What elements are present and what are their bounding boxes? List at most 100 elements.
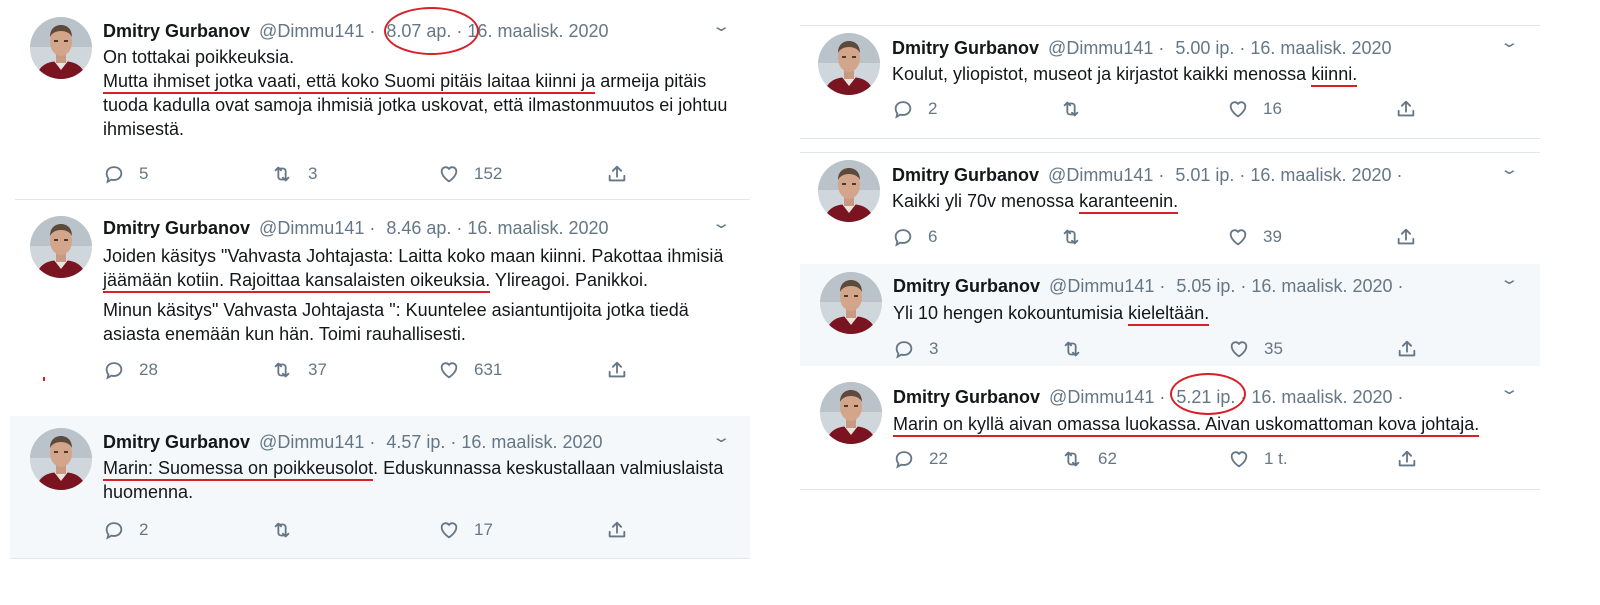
reply-icon xyxy=(892,98,914,120)
share-button[interactable] xyxy=(1396,448,1432,470)
reply-button[interactable]: 2 xyxy=(892,98,937,120)
tweet[interactable]: Dmitry Gurbanov @Dimmu141 · 8.46 ap. · 1… xyxy=(15,200,750,395)
author-name[interactable]: Dmitry Gurbanov xyxy=(103,218,250,238)
avatar[interactable] xyxy=(818,160,880,222)
chevron-down-icon[interactable]: ⌄ xyxy=(1499,380,1519,398)
author-handle[interactable]: @Dimmu141 xyxy=(259,218,364,238)
author-name[interactable]: Dmitry Gurbanov xyxy=(893,276,1040,296)
reply-button[interactable]: 6 xyxy=(892,226,937,248)
chevron-down-icon[interactable]: ⌄ xyxy=(1499,270,1519,288)
like-button[interactable]: 16 xyxy=(1227,98,1282,120)
tweet[interactable]: Dmitry Gurbanov @Dimmu141 · 5.01 ip. · 1… xyxy=(800,152,1540,260)
author-name[interactable]: Dmitry Gurbanov xyxy=(892,38,1039,58)
like-icon xyxy=(438,359,460,381)
author-handle[interactable]: @Dimmu141 xyxy=(259,21,364,41)
tweet-header: Dmitry Gurbanov @Dimmu141 · 5.00 ip. · 1… xyxy=(892,38,1392,58)
avatar[interactable] xyxy=(818,33,880,95)
like-button[interactable]: 152 xyxy=(438,163,502,185)
like-button[interactable]: 35 xyxy=(1228,338,1283,360)
annotation-mark xyxy=(43,377,45,381)
tweet-time[interactable]: 5.01 ip. xyxy=(1175,165,1234,185)
retweet-icon xyxy=(1060,338,1084,360)
tweet-date[interactable]: 16. maalisk. 2020 xyxy=(467,218,608,238)
author-handle[interactable]: @Dimmu141 xyxy=(1048,165,1153,185)
reply-icon xyxy=(893,448,915,470)
tweet-time[interactable]: 4.57 ip. xyxy=(386,432,445,452)
retweet-button[interactable] xyxy=(1059,98,1097,120)
reply-icon xyxy=(103,163,125,185)
avatar[interactable] xyxy=(820,382,882,444)
underlined-text: Mutta ihmiset jotka vaati, että koko Suo… xyxy=(103,71,596,91)
tweet-time[interactable]: 5.05 ip. xyxy=(1176,276,1235,296)
tweet-time[interactable]: 8.46 ap. xyxy=(386,218,451,238)
retweet-button[interactable] xyxy=(270,519,308,541)
reply-button[interactable]: 5 xyxy=(103,163,148,185)
retweet-button[interactable] xyxy=(1059,226,1097,248)
tweet-date[interactable]: 16. maalisk. 2020 xyxy=(1251,276,1392,296)
share-button[interactable] xyxy=(1395,98,1431,120)
tweet-actions: 5 3 152 xyxy=(103,163,703,187)
like-button[interactable]: 39 xyxy=(1227,226,1282,248)
tweet-header: Dmitry Gurbanov @Dimmu141 · 5.21 ip. · 1… xyxy=(893,387,1404,407)
author-name[interactable]: Dmitry Gurbanov xyxy=(893,387,1040,407)
retweet-button[interactable]: 37 xyxy=(270,359,327,381)
tweet-text: Koulut, yliopistot, museot ja kirjastot … xyxy=(892,64,1358,84)
tweet[interactable]: Dmitry Gurbanov @Dimmu141 · 5.21 ip. · 1… xyxy=(800,370,1540,490)
chevron-down-icon[interactable]: ⌄ xyxy=(711,214,731,232)
underlined-text: kieleltään. xyxy=(1128,303,1210,323)
tweet-text: Marin: Suomessa on poikkeusolot. Eduskun… xyxy=(103,458,724,502)
tweet[interactable]: Dmitry Gurbanov @Dimmu141 · 8.07 ap. · 1… xyxy=(15,5,750,200)
tweet[interactable]: Dmitry Gurbanov @Dimmu141 · 4.57 ip. · 1… xyxy=(10,416,750,559)
share-icon xyxy=(1395,226,1417,248)
like-button[interactable]: 17 xyxy=(438,519,493,541)
like-button[interactable]: 1 t. xyxy=(1228,448,1288,470)
tweet-date[interactable]: 16. maalisk. 2020 xyxy=(467,21,608,41)
like-button[interactable]: 631 xyxy=(438,359,502,381)
share-button[interactable] xyxy=(606,163,642,185)
avatar[interactable] xyxy=(820,272,882,334)
tweet[interactable]: Dmitry Gurbanov @Dimmu141 · 5.00 ip. · 1… xyxy=(800,25,1540,135)
tweet-date[interactable]: 16. maalisk. 2020 xyxy=(1250,38,1391,58)
share-button[interactable] xyxy=(1395,226,1431,248)
tweet-date[interactable]: 16. maalisk. 2020 xyxy=(1250,165,1391,185)
chevron-down-icon[interactable]: ⌄ xyxy=(1499,160,1519,178)
divider xyxy=(800,25,1540,26)
author-handle[interactable]: @Dimmu141 xyxy=(1049,387,1154,407)
like-icon xyxy=(438,163,460,185)
tweet-date[interactable]: 16. maalisk. 2020 xyxy=(1251,387,1392,407)
reply-button[interactable]: 22 xyxy=(893,448,948,470)
avatar[interactable] xyxy=(30,17,92,79)
tweet-time[interactable]: 5.00 ip. xyxy=(1175,38,1234,58)
share-button[interactable] xyxy=(606,359,642,381)
underlined-text: karanteenin. xyxy=(1079,191,1179,211)
tweet-date[interactable]: 16. maalisk. 2020 xyxy=(461,432,602,452)
divider xyxy=(800,152,1540,153)
avatar[interactable] xyxy=(30,216,92,278)
author-handle[interactable]: @Dimmu141 xyxy=(1049,276,1154,296)
share-button[interactable] xyxy=(1396,338,1432,360)
avatar[interactable] xyxy=(30,428,92,490)
author-handle[interactable]: @Dimmu141 xyxy=(259,432,364,452)
retweet-icon xyxy=(1060,448,1084,470)
author-name[interactable]: Dmitry Gurbanov xyxy=(103,432,250,452)
retweet-button[interactable]: 3 xyxy=(270,163,317,185)
author-name[interactable]: Dmitry Gurbanov xyxy=(103,21,250,41)
retweet-icon xyxy=(1059,98,1083,120)
retweet-button[interactable]: 62 xyxy=(1060,448,1117,470)
reply-icon xyxy=(103,519,125,541)
tweet[interactable]: Dmitry Gurbanov @Dimmu141 · 5.05 ip. · 1… xyxy=(800,264,1540,366)
reply-button[interactable]: 3 xyxy=(893,338,938,360)
chevron-down-icon[interactable]: ⌄ xyxy=(711,428,731,446)
chevron-down-icon[interactable]: ⌄ xyxy=(1499,33,1519,51)
reply-button[interactable]: 2 xyxy=(103,519,148,541)
author-name[interactable]: Dmitry Gurbanov xyxy=(892,165,1039,185)
share-button[interactable] xyxy=(606,519,642,541)
tweet-header: Dmitry Gurbanov @Dimmu141 · 5.05 ip. · 1… xyxy=(893,276,1404,296)
reply-button[interactable]: 28 xyxy=(103,359,158,381)
chevron-down-icon[interactable]: ⌄ xyxy=(711,17,731,35)
like-icon xyxy=(438,519,460,541)
share-icon xyxy=(606,359,628,381)
retweet-button[interactable] xyxy=(1060,338,1098,360)
underlined-text: Marin: Suomessa on poikkeusolot xyxy=(103,458,374,478)
author-handle[interactable]: @Dimmu141 xyxy=(1048,38,1153,58)
